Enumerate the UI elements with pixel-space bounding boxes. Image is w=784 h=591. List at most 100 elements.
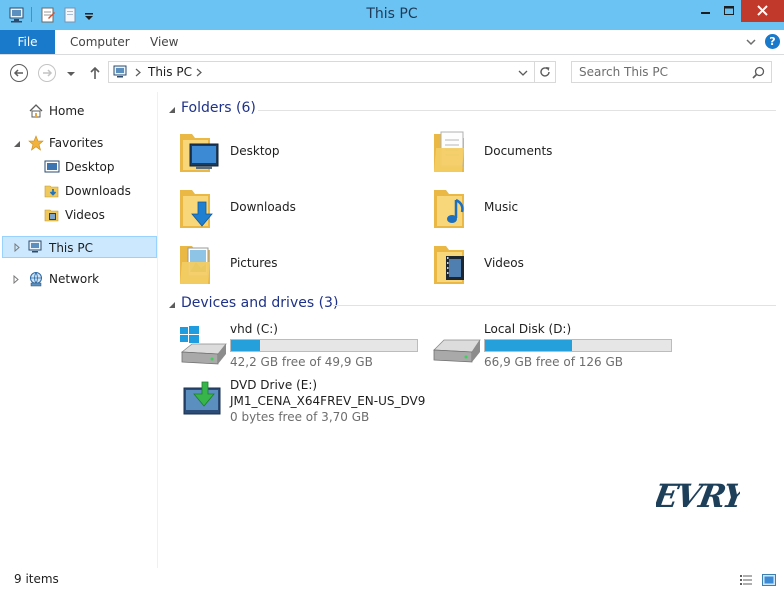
title-bar: This PC: [0, 0, 784, 30]
navigation-pane: Home Favorites Desktop Downloads Videos: [0, 92, 158, 568]
nav-item-desktop[interactable]: Desktop: [0, 156, 157, 178]
back-button[interactable]: [9, 63, 29, 83]
nav-item-videos[interactable]: Videos: [0, 204, 157, 226]
drive-tile-d[interactable]: Local Disk (D:) 66,9 GB free of 126 GB: [432, 322, 682, 378]
nav-item-favorites[interactable]: Favorites: [0, 132, 157, 154]
forward-button[interactable]: [37, 63, 57, 83]
collapsed-arrow-icon[interactable]: [12, 275, 20, 284]
videos-folder-icon: [44, 209, 59, 222]
address-dropdown-icon[interactable]: [517, 67, 529, 79]
minimize-button[interactable]: [692, 0, 718, 22]
folders-group-header[interactable]: Folders (6): [168, 100, 776, 120]
recent-locations-icon[interactable]: [64, 63, 78, 83]
nav-item-this-pc[interactable]: This PC: [2, 236, 157, 258]
refresh-icon[interactable]: [538, 65, 552, 79]
window-title: This PC: [366, 6, 418, 22]
group-divider-line: [333, 305, 776, 306]
music-folder-icon: [434, 190, 464, 228]
windows-drive-icon: [180, 326, 227, 365]
nav-item-label: Network: [49, 272, 100, 286]
expand-ribbon-chevron-icon[interactable]: [744, 35, 758, 49]
downloads-folder-icon: [180, 190, 213, 228]
folder-label: Desktop: [230, 144, 280, 158]
drive-name: DVD Drive (E:): [230, 378, 318, 392]
collapsed-arrow-icon[interactable]: [13, 243, 21, 252]
home-icon: [29, 104, 43, 118]
folder-label: Videos: [484, 256, 524, 270]
nav-item-home[interactable]: Home: [0, 100, 157, 122]
drive-tile-e[interactable]: DVD Drive (E:) JM1_CENA_X64FREV_EN-US_DV…: [178, 378, 458, 434]
details-view-icon[interactable]: [738, 572, 754, 588]
breadcrumb-chevron-icon[interactable]: [195, 68, 203, 77]
large-icons-view-icon[interactable]: [761, 572, 777, 588]
folder-tile-pictures[interactable]: Pictures: [178, 238, 418, 294]
folder-label: Music: [484, 200, 519, 214]
drive-usage-bar: [230, 339, 418, 352]
tab-file[interactable]: File: [0, 30, 55, 54]
drive-free-space: 42,2 GB free of 49,9 GB: [230, 355, 373, 369]
desktop-icon: [44, 160, 60, 173]
help-button[interactable]: ?: [765, 34, 780, 49]
nav-item-label: Favorites: [49, 136, 104, 150]
search-box[interactable]: [571, 61, 772, 83]
devices-group-header[interactable]: Devices and drives (3): [168, 295, 776, 315]
folder-tile-desktop[interactable]: Desktop: [178, 126, 418, 182]
address-bar[interactable]: This PC: [108, 61, 556, 83]
folder-label: Documents: [484, 144, 553, 158]
item-count: 9 items: [14, 572, 59, 586]
search-input[interactable]: [572, 62, 742, 82]
drive-name: vhd (C:): [230, 322, 278, 336]
computer-icon: [28, 240, 42, 253]
folder-label: Downloads: [230, 200, 296, 214]
nav-item-label: Downloads: [65, 184, 131, 198]
drive-usage-bar: [484, 339, 672, 352]
folder-tile-music[interactable]: Music: [432, 182, 672, 238]
expanded-arrow-icon[interactable]: [13, 140, 21, 148]
drive-free-space: 0 bytes free of 3,70 GB: [230, 410, 370, 424]
desktop-folder-icon: [180, 134, 219, 172]
nav-item-label: Videos: [65, 208, 105, 222]
devices-group-title: Devices and drives (3): [181, 295, 339, 311]
nav-item-downloads[interactable]: Downloads: [0, 180, 157, 202]
group-collapse-icon[interactable]: [168, 301, 176, 309]
drive-usage-fill: [231, 340, 260, 351]
svg-text:EVRY: EVRY: [656, 477, 740, 515]
tab-view[interactable]: View: [150, 30, 178, 54]
status-bar: 9 items: [0, 570, 784, 591]
hard-drive-icon: [433, 339, 481, 363]
address-divider: [534, 62, 535, 82]
maximize-button[interactable]: [718, 0, 740, 22]
computer-icon: [113, 65, 127, 78]
documents-folder-icon: [434, 131, 464, 172]
star-icon: [28, 135, 44, 151]
group-collapse-icon[interactable]: [168, 106, 176, 114]
videos-folder-icon: [434, 246, 464, 284]
evry-logo: EVRY: [656, 477, 740, 515]
drive-free-space: 66,9 GB free of 126 GB: [484, 355, 623, 369]
tab-computer[interactable]: Computer: [70, 30, 130, 54]
folder-label: Pictures: [230, 256, 278, 270]
nav-item-label: This PC: [49, 241, 93, 255]
breadcrumb-chevron-icon[interactable]: [134, 68, 142, 77]
nav-item-label: Desktop: [65, 160, 115, 174]
folders-group-title: Folders (6): [181, 100, 256, 116]
network-icon: [30, 272, 42, 287]
close-button[interactable]: [741, 0, 784, 22]
drive-usage-fill: [485, 340, 573, 351]
pictures-folder-icon: [180, 246, 210, 284]
search-icon[interactable]: [752, 66, 765, 79]
folder-tile-downloads[interactable]: Downloads: [178, 182, 418, 238]
address-path[interactable]: This PC: [148, 65, 192, 79]
up-one-level-icon[interactable]: [86, 63, 104, 83]
drive-name: Local Disk (D:): [484, 322, 572, 336]
ribbon-tab-bar: File Computer View ?: [0, 30, 784, 55]
dvd-drive-icon: [183, 381, 221, 415]
group-divider-line: [258, 110, 776, 111]
drive-tile-c[interactable]: vhd (C:) 42,2 GB free of 49,9 GB: [178, 322, 428, 378]
nav-item-network[interactable]: Network: [0, 268, 157, 290]
folder-tile-videos[interactable]: Videos: [432, 238, 672, 294]
folder-tile-documents[interactable]: Documents: [432, 126, 672, 182]
downloads-folder-icon: [44, 185, 59, 198]
drive-volume-label: JM1_CENA_X64FREV_EN-US_DV9: [230, 394, 426, 408]
nav-item-label: Home: [49, 104, 85, 118]
